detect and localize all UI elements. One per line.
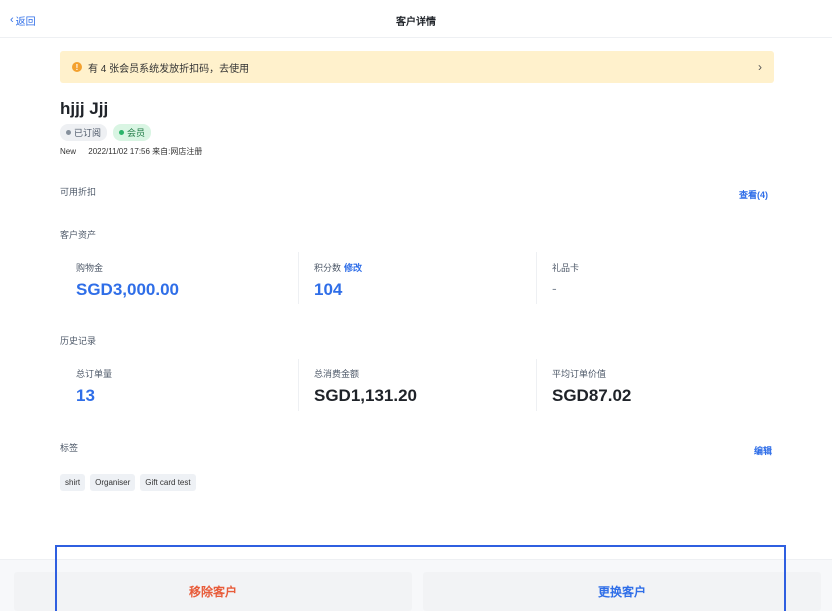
giftcard-label: 礼品卡	[552, 263, 580, 273]
change-customer-button[interactable]: 更换客户	[423, 572, 821, 611]
divider	[536, 359, 537, 411]
dot-icon	[119, 130, 125, 135]
assets-label: 客户资产	[60, 230, 97, 240]
total-orders-value: 13	[76, 386, 95, 405]
total-orders-stat: 总订单量 13	[76, 367, 112, 406]
tag-chip[interactable]: Organiser	[90, 474, 136, 491]
customer-meta: New 2022/11/02 17:56 来自:网店注册	[60, 146, 212, 157]
top-bar: ‹ 返回 客户详情	[0, 0, 832, 38]
discount-banner[interactable]: ! 有 4 张会员系统发放折扣码，去使用 ›	[60, 51, 774, 83]
discounts-label: 可用折扣	[60, 187, 97, 197]
customer-created: 2022/11/02 17:56 来自:网店注册	[88, 147, 203, 156]
remove-customer-button[interactable]: 移除客户	[14, 572, 412, 611]
edit-points-link[interactable]: 修改	[344, 263, 362, 273]
view-discounts-link[interactable]: 查看(4)	[739, 188, 768, 201]
points-value: 104	[314, 280, 343, 299]
shopping-credit-label: 购物金	[76, 263, 104, 273]
warning-icon: !	[72, 62, 82, 72]
points-stat: 积分数 修改 104	[314, 261, 362, 300]
banner-text: 有 4 张会员系统发放折扣码，去使用	[88, 63, 250, 75]
customer-name: hjjj Jjj	[60, 99, 109, 118]
avg-order-label: 平均订单价值	[552, 369, 607, 379]
tag-chip[interactable]: Gift card test	[140, 474, 196, 491]
customer-status: New	[60, 147, 77, 156]
giftcard-stat: 礼品卡 -	[552, 261, 579, 296]
divider	[536, 252, 537, 304]
member-badge-label: 会员	[127, 128, 146, 138]
total-spend-value: SGD1,131.20	[314, 386, 418, 405]
member-badge: 会员	[113, 124, 152, 141]
avg-order-stat: 平均订单价值 SGD87.02	[552, 367, 631, 406]
total-orders-label: 总订单量	[76, 369, 113, 379]
tag-list: shirt Organiser Gift card test	[60, 474, 196, 491]
total-spend-stat: 总消费金额 SGD1,131.20	[314, 367, 417, 406]
subscribed-badge-label: 已订阅	[74, 128, 102, 138]
divider	[298, 252, 299, 304]
points-label-row: 积分数 修改	[314, 261, 362, 274]
avg-order-value: SGD87.02	[552, 386, 632, 405]
chevron-right-icon: ›	[758, 60, 762, 74]
shopping-credit-value: SGD3,000.00	[76, 280, 180, 299]
shopping-credit-stat: 购物金 SGD3,000.00	[76, 261, 179, 300]
tags-label: 标签	[60, 443, 79, 453]
status-badges: 已订阅 会员	[60, 124, 152, 141]
history-label: 历史记录	[60, 336, 97, 346]
divider	[298, 359, 299, 411]
page-title: 客户详情	[396, 17, 436, 28]
subscribed-badge: 已订阅	[60, 124, 108, 141]
points-label: 积分数	[314, 263, 342, 273]
tag-chip[interactable]: shirt	[60, 474, 86, 491]
dot-icon	[66, 130, 71, 135]
edit-tags-link[interactable]: 编辑	[754, 444, 772, 457]
giftcard-value: -	[552, 280, 557, 296]
total-spend-label: 总消费金额	[314, 369, 360, 379]
